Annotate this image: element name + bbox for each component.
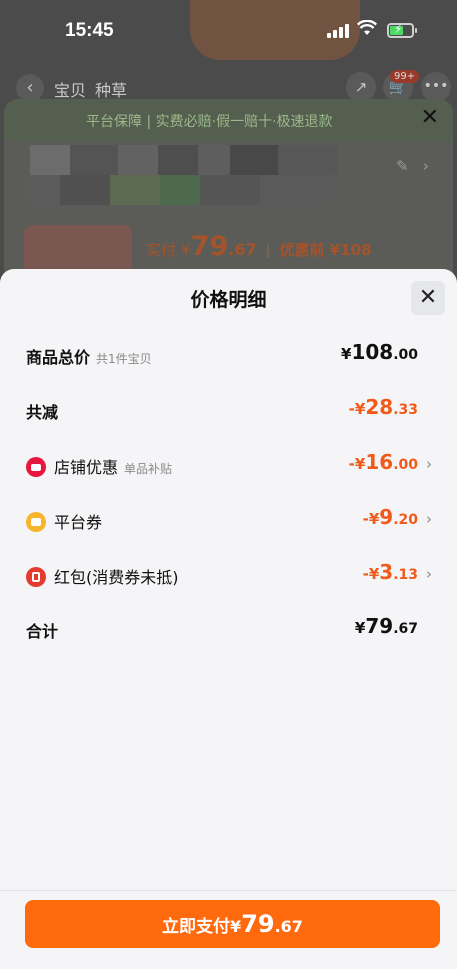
wifi-icon — [356, 19, 378, 40]
price-label: 实付 — [146, 241, 177, 259]
row-total-goods: 商品总价 共1件宝贝 ¥108.00 — [26, 340, 432, 370]
row-label-text: 店铺优惠 — [54, 458, 119, 477]
row-amount: ¥79.67 — [355, 614, 418, 638]
row-label-text: 平台券 — [54, 513, 103, 532]
coupon-icon — [26, 512, 46, 532]
pay-button-int: 79 — [241, 910, 275, 938]
shop-icon — [26, 457, 46, 477]
tab-baobei[interactable]: 宝贝 — [54, 77, 86, 101]
price-detail-modal: 价格明细 ✕ 商品总价 共1件宝贝 ¥108.00 共减 -¥28.33 店铺优惠… — [0, 269, 457, 969]
share-icon[interactable]: ↗ — [346, 72, 376, 102]
amount-dec: .20 — [393, 512, 418, 528]
edit-icon[interactable]: ✎ › — [396, 157, 429, 175]
background-price: 实付 ¥79.67 | 优惠前 ¥108 — [146, 231, 371, 262]
row-amount: -¥28.33 — [349, 395, 418, 419]
price-dec: .67 — [228, 240, 257, 259]
close-icon[interactable]: ✕ — [421, 107, 439, 129]
status-time: 15:45 — [65, 20, 114, 41]
price-int: 79 — [190, 231, 229, 262]
row-sub: 单品补贴 — [124, 462, 173, 476]
row-label: 商品总价 共1件宝贝 — [26, 344, 152, 368]
status-bar: 15:45 ⚡ — [0, 0, 457, 62]
pay-now-button[interactable]: 立即支付¥79.67 — [25, 900, 440, 948]
red-packet-icon — [26, 567, 46, 587]
row-platform-coupon[interactable]: 平台券 -¥9.20 › — [26, 505, 432, 535]
signal-icon — [327, 24, 351, 38]
chevron-right-icon: › — [426, 455, 432, 473]
close-button[interactable]: ✕ — [411, 281, 445, 315]
pay-button-dec: .67 — [274, 917, 303, 936]
row-label: 平台券 — [26, 509, 102, 533]
price-currency: ¥ — [181, 241, 191, 259]
footer-divider — [0, 890, 457, 891]
original-price: 优惠前 ¥108 — [279, 241, 372, 259]
amount-currency: -¥ — [348, 400, 366, 418]
blurred-address — [30, 145, 360, 207]
guarantee-bar: 平台保障 | 实费必赔·假一赔十·极速退款 ✕ — [4, 99, 453, 141]
amount-dec: .00 — [393, 457, 418, 473]
amount-int: 9 — [379, 505, 394, 529]
close-icon: ✕ — [418, 285, 438, 310]
row-amount: ¥108.00 — [341, 340, 418, 364]
amount-int: 3 — [379, 560, 394, 584]
guarantee-text: 平台保障 | 实费必赔·假一赔十·极速退款 — [86, 114, 333, 130]
amount-dec: .67 — [393, 621, 418, 637]
row-label: 共减 — [26, 403, 59, 422]
row-amount: -¥9.20 — [363, 505, 418, 529]
row-label-text: 红包(消费券未抵) — [54, 568, 179, 587]
amount-currency: -¥ — [362, 565, 380, 583]
row-amount: -¥3.13 — [363, 560, 418, 584]
row-label: 店铺优惠 单品补贴 — [26, 454, 172, 478]
amount-dec: .13 — [393, 567, 418, 583]
row-red-packet[interactable]: 红包(消费券未抵) -¥3.13 › — [26, 560, 432, 590]
amount-dec: .00 — [393, 347, 418, 363]
amount-int: 108 — [351, 340, 394, 364]
modal-title: 价格明细 — [190, 289, 267, 311]
battery-icon: ⚡ — [387, 22, 417, 38]
back-icon[interactable]: ‹ — [16, 74, 44, 102]
row-label-text: 商品总价 — [26, 348, 91, 367]
chevron-right-icon: › — [426, 565, 432, 583]
amount-currency: -¥ — [362, 510, 380, 528]
cart-badge: 99+ — [390, 70, 420, 83]
amount-dec: .33 — [393, 402, 418, 418]
tab-zhongcao[interactable]: 种草 — [95, 77, 127, 101]
pay-button-label: 立即支付 — [162, 917, 231, 937]
row-total-discount: 共减 -¥28.33 — [26, 395, 432, 425]
pay-button-currency: ¥ — [230, 917, 242, 936]
amount-int: 28 — [365, 395, 394, 419]
row-shop-discount[interactable]: 店铺优惠 单品补贴 -¥16.00 › — [26, 450, 432, 480]
row-grand-total: 合计 ¥79.67 — [26, 614, 432, 644]
amount-int: 79 — [365, 614, 394, 638]
amount-currency: ¥ — [354, 619, 366, 637]
amount-int: 16 — [365, 450, 394, 474]
chevron-right-icon: › — [426, 510, 432, 528]
more-icon[interactable]: ••• — [421, 72, 451, 102]
row-label: 合计 — [26, 622, 59, 641]
amount-currency: -¥ — [348, 455, 366, 473]
row-amount: -¥16.00 — [349, 450, 418, 474]
price-divider: | — [265, 243, 271, 259]
row-sub: 共1件宝贝 — [96, 352, 152, 366]
row-label: 红包(消费券未抵) — [26, 564, 179, 588]
amount-currency: ¥ — [341, 345, 352, 363]
